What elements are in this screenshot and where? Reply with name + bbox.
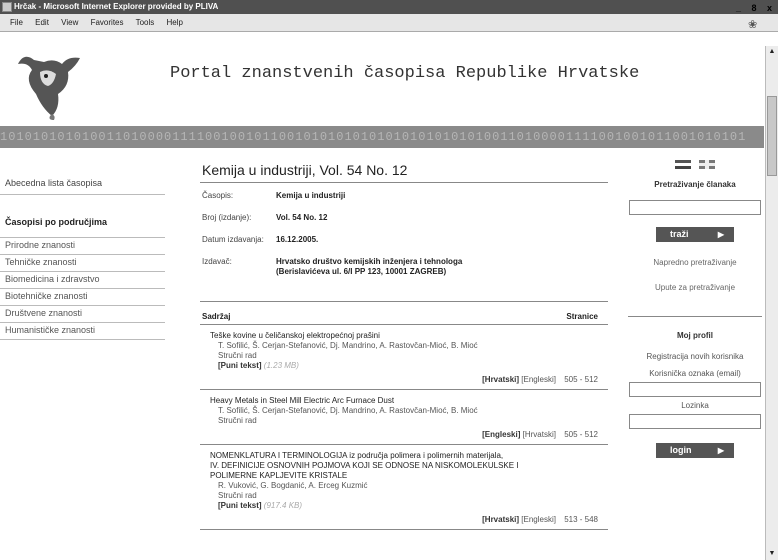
menubar: File Edit View Favorites Tools Help ❀	[0, 14, 778, 32]
article-pages: 505 - 512	[564, 375, 598, 384]
article-footer: [Hrvatski] [Engleski] 513 - 548	[210, 515, 598, 525]
nav-alphabetical-list[interactable]: Abecedna lista časopisa	[0, 176, 165, 195]
search-help-link[interactable]: Upute za pretraživanje	[628, 283, 762, 292]
email-label: Korisnička oznaka (email)	[649, 369, 741, 378]
meta-publisher: Izdavač: Hrvatsko društvo kemijskih inže…	[200, 249, 608, 293]
contents-header: Sadržaj Stranice	[200, 301, 608, 325]
window-controls[interactable]: _ 8 x	[736, 1, 776, 15]
ie-app-icon	[2, 2, 12, 12]
journal-value[interactable]: Kemija u industriji	[276, 191, 345, 201]
menu-favorites[interactable]: Favorites	[91, 18, 124, 27]
date-label: Datum izdavanja:	[202, 235, 264, 244]
scroll-down-icon[interactable]: ▼	[766, 548, 778, 560]
profile-heading: Moj profil	[677, 331, 713, 340]
fulltext-size: (1.23 MB)	[263, 361, 299, 370]
date-value: 16.12.2005.	[276, 235, 319, 244]
issue-label: Broj (izdanje):	[202, 213, 252, 222]
right-sidebar: Pretraživanje članaka traži Napredno pre…	[628, 160, 762, 458]
portal-title: Portal znanstvenih časopisa Republike Hr…	[170, 64, 640, 83]
publisher-value: Hrvatsko društvo kemijskih inženjera i t…	[276, 257, 462, 277]
meta-date: Datum izdavanja: 16.12.2005.	[200, 227, 608, 249]
window-titlebar: Hrčak - Microsoft Internet Explorer prov…	[0, 0, 778, 14]
login-button[interactable]: login	[656, 443, 734, 458]
lang-croatian-link[interactable]: [Hrvatski]	[523, 430, 556, 439]
lang-english-link[interactable]: [Engleski]	[521, 375, 556, 384]
menu-file[interactable]: File	[10, 18, 23, 27]
publisher-name: Hrvatsko društvo kemijskih inženjera i t…	[276, 257, 463, 266]
article-type: Stručni rad	[218, 416, 257, 425]
article-fulltext: [Puni tekst] (1.23 MB)	[210, 361, 598, 371]
meta-journal: Časopis: Kemija u industriji	[200, 183, 608, 205]
journal-label: Časopis:	[202, 191, 234, 200]
page-title: Kemija u industriji, Vol. 54 No. 12	[200, 160, 608, 183]
divider	[628, 316, 762, 317]
publisher-label: Izdavač:	[202, 257, 232, 266]
binary-banner: 1010101010100110100001111001001011001010…	[0, 126, 764, 148]
search-button[interactable]: traži	[656, 227, 734, 242]
fulltext-size: (917.4 KB)	[263, 501, 303, 510]
article-title[interactable]: Teške kovine u čeličanskoj elektropećnoj…	[210, 331, 598, 341]
nav-by-field-heading: Časopisi po područjima	[0, 217, 165, 238]
article-pages: 505 - 512	[564, 430, 598, 439]
ie-throbber-icon: ❀	[748, 19, 758, 31]
nav-biotechnical-sciences[interactable]: Biotehničke znanosti	[0, 289, 165, 306]
article-title[interactable]: Heavy Metals in Steel Mill Electric Arc …	[210, 396, 598, 406]
article-authors: T. Sofilić, Š. Cerjan-Stefanović, Dj. Ma…	[218, 341, 478, 350]
lang-english-link[interactable]: [Engleski]	[521, 515, 556, 524]
window-title: Hrčak - Microsoft Internet Explorer prov…	[14, 2, 219, 11]
contents-label: Sadržaj	[202, 312, 231, 321]
password-label: Lozinka	[681, 401, 709, 410]
issue-value: Vol. 54 No. 12	[276, 213, 328, 222]
register-link[interactable]: Registracija novih korisnika	[628, 352, 762, 361]
article-title-line1[interactable]: NOMENKLATURA I TERMINOLOGIJA iz područja…	[210, 451, 598, 461]
menu-tools[interactable]: Tools	[136, 18, 155, 27]
lang-croatian-link[interactable]: [Hrvatski]	[482, 515, 519, 524]
uk-flag-icon[interactable]	[699, 160, 716, 170]
language-flags	[628, 160, 762, 174]
article-title-line2[interactable]: IV. DEFINICIJE OSNOVNIH POJMOVA KOJI SE …	[210, 461, 598, 471]
article-title-line3[interactable]: POLIMERNE KAPLJEVITE KRISTALE	[210, 471, 598, 481]
email-field[interactable]	[629, 382, 761, 397]
advanced-search-link[interactable]: Napredno pretraživanje	[628, 258, 762, 267]
publisher-address: (Berislavićeva ul. 6/I PP 123, 10001 ZAG…	[276, 267, 447, 276]
lang-english-link[interactable]: [Engleski]	[482, 430, 520, 439]
scroll-thumb[interactable]	[767, 96, 777, 176]
nav-natural-sciences[interactable]: Prirodne znanosti	[0, 238, 165, 255]
fulltext-link[interactable]: [Puni tekst]	[218, 501, 262, 510]
article-type: Stručni rad	[218, 351, 257, 360]
nav-technical-sciences[interactable]: Tehničke znanosti	[0, 255, 165, 272]
article-item: Heavy Metals in Steel Mill Electric Arc …	[200, 390, 608, 445]
search-heading: Pretraživanje članaka	[654, 180, 736, 189]
fulltext-link[interactable]: [Puni tekst]	[218, 361, 262, 370]
nav-biomedicine[interactable]: Biomedicina i zdravstvo	[0, 272, 165, 289]
nav-social-sciences[interactable]: Društvene znanosti	[0, 306, 165, 323]
pages-label: Stranice	[566, 312, 598, 321]
article-authors: R. Vuković, G. Bogdanić, A. Erceg Kuzmić	[218, 481, 368, 490]
menu-view[interactable]: View	[61, 18, 78, 27]
article-type: Stručni rad	[218, 491, 257, 500]
lang-croatian-link[interactable]: [Hrvatski]	[482, 375, 519, 384]
hrcak-logo-icon[interactable]	[14, 50, 84, 122]
article-footer: [Hrvatski] [Engleski] 505 - 512	[210, 375, 598, 385]
menu-help[interactable]: Help	[167, 18, 183, 27]
scroll-up-icon[interactable]: ▲	[766, 46, 778, 58]
vertical-scrollbar[interactable]: ▲ ▼	[765, 46, 778, 560]
left-navigation: Abecedna lista časopisa Časopisi po podr…	[0, 176, 165, 340]
main-content: Kemija u industriji, Vol. 54 No. 12 Časo…	[200, 160, 608, 530]
page-header: Portal znanstvenih časopisa Republike Hr…	[0, 46, 764, 126]
password-field[interactable]	[629, 414, 761, 429]
menu-edit[interactable]: Edit	[35, 18, 49, 27]
croatian-flag-icon[interactable]	[674, 160, 691, 170]
article-footer: [Engleski] [Hrvatski] 505 - 512	[210, 430, 598, 440]
article-pages: 513 - 548	[564, 515, 598, 524]
article-fulltext: [Puni tekst] (917.4 KB)	[210, 501, 598, 511]
search-input[interactable]	[629, 200, 761, 215]
nav-humanities[interactable]: Humanističke znanosti	[0, 323, 165, 340]
article-item: NOMENKLATURA I TERMINOLOGIJA iz područja…	[200, 445, 608, 530]
meta-issue: Broj (izdanje): Vol. 54 No. 12	[200, 205, 608, 227]
article-authors: T. Sofilić, Š. Cerjan-Stefanović, Dj. Ma…	[218, 406, 478, 415]
article-item: Teške kovine u čeličanskoj elektropećnoj…	[200, 325, 608, 390]
